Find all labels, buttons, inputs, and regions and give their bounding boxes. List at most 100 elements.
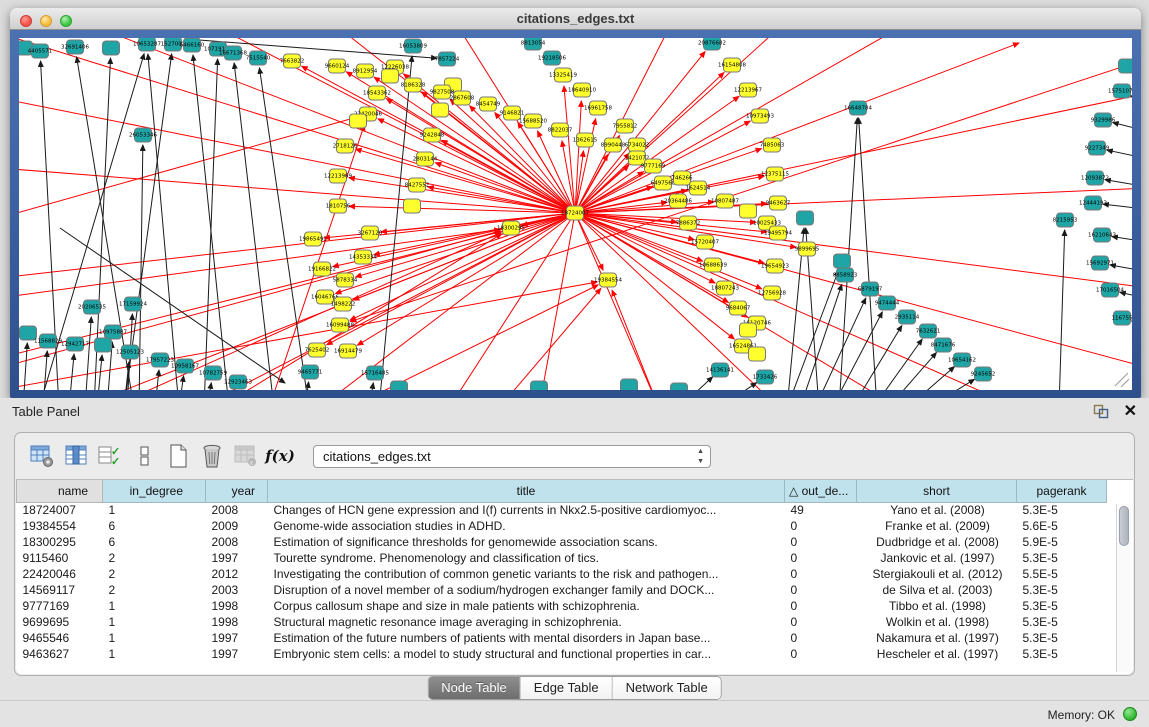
graph-node[interactable] bbox=[1119, 59, 1133, 73]
graph-node[interactable] bbox=[382, 69, 399, 83]
graph-node[interactable]: 18300295 bbox=[497, 221, 525, 235]
graph-node[interactable]: 7857224 bbox=[435, 52, 460, 66]
graph-node[interactable]: 1733426 bbox=[753, 370, 778, 384]
graph-node[interactable]: 16914479 bbox=[334, 344, 362, 358]
graph-node[interactable] bbox=[404, 199, 421, 213]
graph-node[interactable]: 1624514 bbox=[686, 181, 711, 195]
graph-node[interactable]: 8454749 bbox=[476, 97, 501, 111]
graph-node[interactable]: 15720407 bbox=[691, 235, 719, 249]
graph-node[interactable]: 9684067 bbox=[726, 301, 751, 315]
graph-node[interactable]: 2803144 bbox=[413, 152, 438, 166]
graph-node[interactable] bbox=[834, 254, 851, 268]
graph-node[interactable]: 1362615 bbox=[573, 133, 598, 147]
graph-node[interactable]: 18640910 bbox=[568, 83, 596, 97]
row-height-icon[interactable] bbox=[127, 440, 161, 472]
table-row[interactable]: 1456911722003Disruption of a novel membe… bbox=[17, 582, 1107, 598]
table-vertical-scrollbar[interactable] bbox=[1116, 504, 1131, 672]
graph-node[interactable]: 7955812 bbox=[613, 119, 638, 133]
graph-node[interactable]: 20876682 bbox=[698, 38, 726, 50]
graph-node[interactable]: 3267120 bbox=[358, 226, 383, 240]
graph-node[interactable]: 16961758 bbox=[584, 101, 612, 115]
graph-node[interactable]: 9227349 bbox=[1085, 141, 1110, 155]
graph-node[interactable]: 10973493 bbox=[746, 109, 774, 123]
column-header-out-degree[interactable]: △ out_de... bbox=[785, 480, 857, 502]
window-titlebar[interactable]: citations_edges.txt bbox=[10, 8, 1141, 30]
network-canvas[interactable]: 1872400776638229660124891295412226038818… bbox=[19, 38, 1132, 390]
graph-node[interactable]: 8822037 bbox=[548, 123, 573, 137]
delete-table-icon[interactable]: x bbox=[229, 440, 263, 472]
graph-node[interactable]: 9777169 bbox=[641, 159, 666, 173]
show-column-icon[interactable] bbox=[59, 440, 93, 472]
graph-node[interactable] bbox=[740, 323, 757, 337]
column-header-name[interactable]: name bbox=[17, 480, 103, 502]
graph-node[interactable]: 16648784 bbox=[844, 101, 872, 115]
graph-node[interactable]: 19384554 bbox=[594, 273, 622, 287]
graph-node[interactable]: 9329986 bbox=[1091, 113, 1116, 127]
graph-node[interactable]: 9465771 bbox=[298, 365, 323, 379]
new-table-icon[interactable] bbox=[161, 440, 195, 472]
graph-node[interactable]: 6879197 bbox=[858, 282, 883, 296]
graph-node[interactable]: 19218506 bbox=[538, 51, 566, 65]
graph-node[interactable]: 1498222 bbox=[331, 297, 356, 311]
table-row[interactable]: 977716911998Corpus callosum shape and si… bbox=[17, 598, 1107, 614]
graph-node[interactable]: 10653287 bbox=[133, 38, 161, 51]
graph-node[interactable]: 5878334 bbox=[333, 273, 358, 287]
graph-node[interactable] bbox=[797, 211, 814, 225]
graph-node[interactable]: 1810756 bbox=[326, 199, 351, 213]
graph-node[interactable]: 12942717 bbox=[61, 337, 89, 351]
graph-node[interactable]: 12213969 bbox=[324, 169, 352, 183]
graph-node[interactable]: 8215953 bbox=[1053, 213, 1078, 227]
table-row[interactable]: 1872400712008Changes of HCN gene express… bbox=[17, 502, 1107, 518]
graph-node[interactable]: 17016504 bbox=[1096, 283, 1124, 297]
table-row[interactable]: 911546021997Tourette syndrome. Phenomeno… bbox=[17, 550, 1107, 566]
graph-node[interactable]: 12444193 bbox=[1079, 196, 1107, 210]
graph-node[interactable]: 15751074 bbox=[1108, 84, 1132, 98]
graph-node[interactable] bbox=[671, 383, 688, 390]
column-header-year[interactable]: year bbox=[206, 480, 268, 502]
graph-node[interactable] bbox=[103, 41, 120, 55]
table-row[interactable]: 969969511998Structural magnetic resonanc… bbox=[17, 614, 1107, 630]
graph-node[interactable]: 8813054 bbox=[521, 38, 546, 50]
graph-node[interactable]: 18543362 bbox=[363, 86, 391, 100]
table-row[interactable]: 946362711997Embryonic stem cells: a mode… bbox=[17, 646, 1107, 662]
graph-node[interactable] bbox=[391, 381, 408, 390]
column-visibility-icon[interactable]: ✓ ✓ bbox=[93, 440, 127, 472]
graph-node[interactable]: 14136141 bbox=[706, 363, 734, 377]
float-panel-icon[interactable] bbox=[1093, 404, 1109, 419]
graph-node[interactable]: 17159924 bbox=[119, 297, 147, 311]
graph-node[interactable]: 9463627 bbox=[766, 196, 791, 210]
graph-node[interactable]: 4405571 bbox=[28, 44, 53, 58]
graph-node[interactable] bbox=[432, 103, 449, 117]
graph-node[interactable]: 8186328 bbox=[401, 78, 426, 92]
graph-node[interactable]: 12213967 bbox=[734, 83, 762, 97]
graph-node[interactable] bbox=[531, 381, 548, 390]
graph-node[interactable]: 19654923 bbox=[761, 259, 789, 273]
graph-node[interactable]: 26053346 bbox=[129, 128, 157, 142]
graph-node[interactable]: 8990448 bbox=[601, 138, 626, 152]
graph-node[interactable] bbox=[740, 204, 757, 218]
table-row[interactable]: 2242004622012Investigating the contribut… bbox=[17, 566, 1107, 582]
table-row[interactable]: 946554611997Estimation of the future num… bbox=[17, 630, 1107, 646]
graph-node[interactable] bbox=[350, 114, 367, 128]
table-row[interactable]: 1938455462009Genome-wide association stu… bbox=[17, 518, 1107, 534]
graph-node[interactable]: 7886372 bbox=[676, 216, 701, 230]
column-header-in-degree[interactable]: in_degree bbox=[103, 480, 206, 502]
graph-node[interactable]: 32691406 bbox=[61, 40, 89, 54]
graph-node[interactable]: 16210643 bbox=[1088, 228, 1116, 242]
graph-node[interactable]: 9245652 bbox=[971, 367, 996, 381]
graph-node[interactable]: 8858923 bbox=[833, 268, 858, 282]
graph-node[interactable]: 11568829 bbox=[34, 334, 62, 348]
graph-node[interactable]: 12756928 bbox=[758, 286, 786, 300]
graph-node[interactable]: 2935114 bbox=[895, 310, 920, 324]
table-select-dropdown[interactable]: citations_edges.txt ▲▼ bbox=[313, 445, 711, 468]
tab-network-table[interactable]: Network Table bbox=[613, 677, 721, 699]
graph-node[interactable]: 8471676 bbox=[931, 338, 956, 352]
citation-network-graph[interactable]: 1872400776638229660124891295412226038818… bbox=[19, 38, 1132, 390]
graph-node[interactable]: 7632621 bbox=[916, 324, 941, 338]
graph-node[interactable]: 2867608 bbox=[450, 91, 475, 105]
graph-node[interactable]: 12093872 bbox=[1081, 171, 1109, 185]
close-panel-icon[interactable]: ✕ bbox=[1124, 401, 1137, 421]
function-builder-icon[interactable]: f(x) bbox=[263, 440, 297, 472]
tab-edge-table[interactable]: Edge Table bbox=[521, 677, 613, 699]
graph-node[interactable]: 13325419 bbox=[549, 68, 577, 82]
